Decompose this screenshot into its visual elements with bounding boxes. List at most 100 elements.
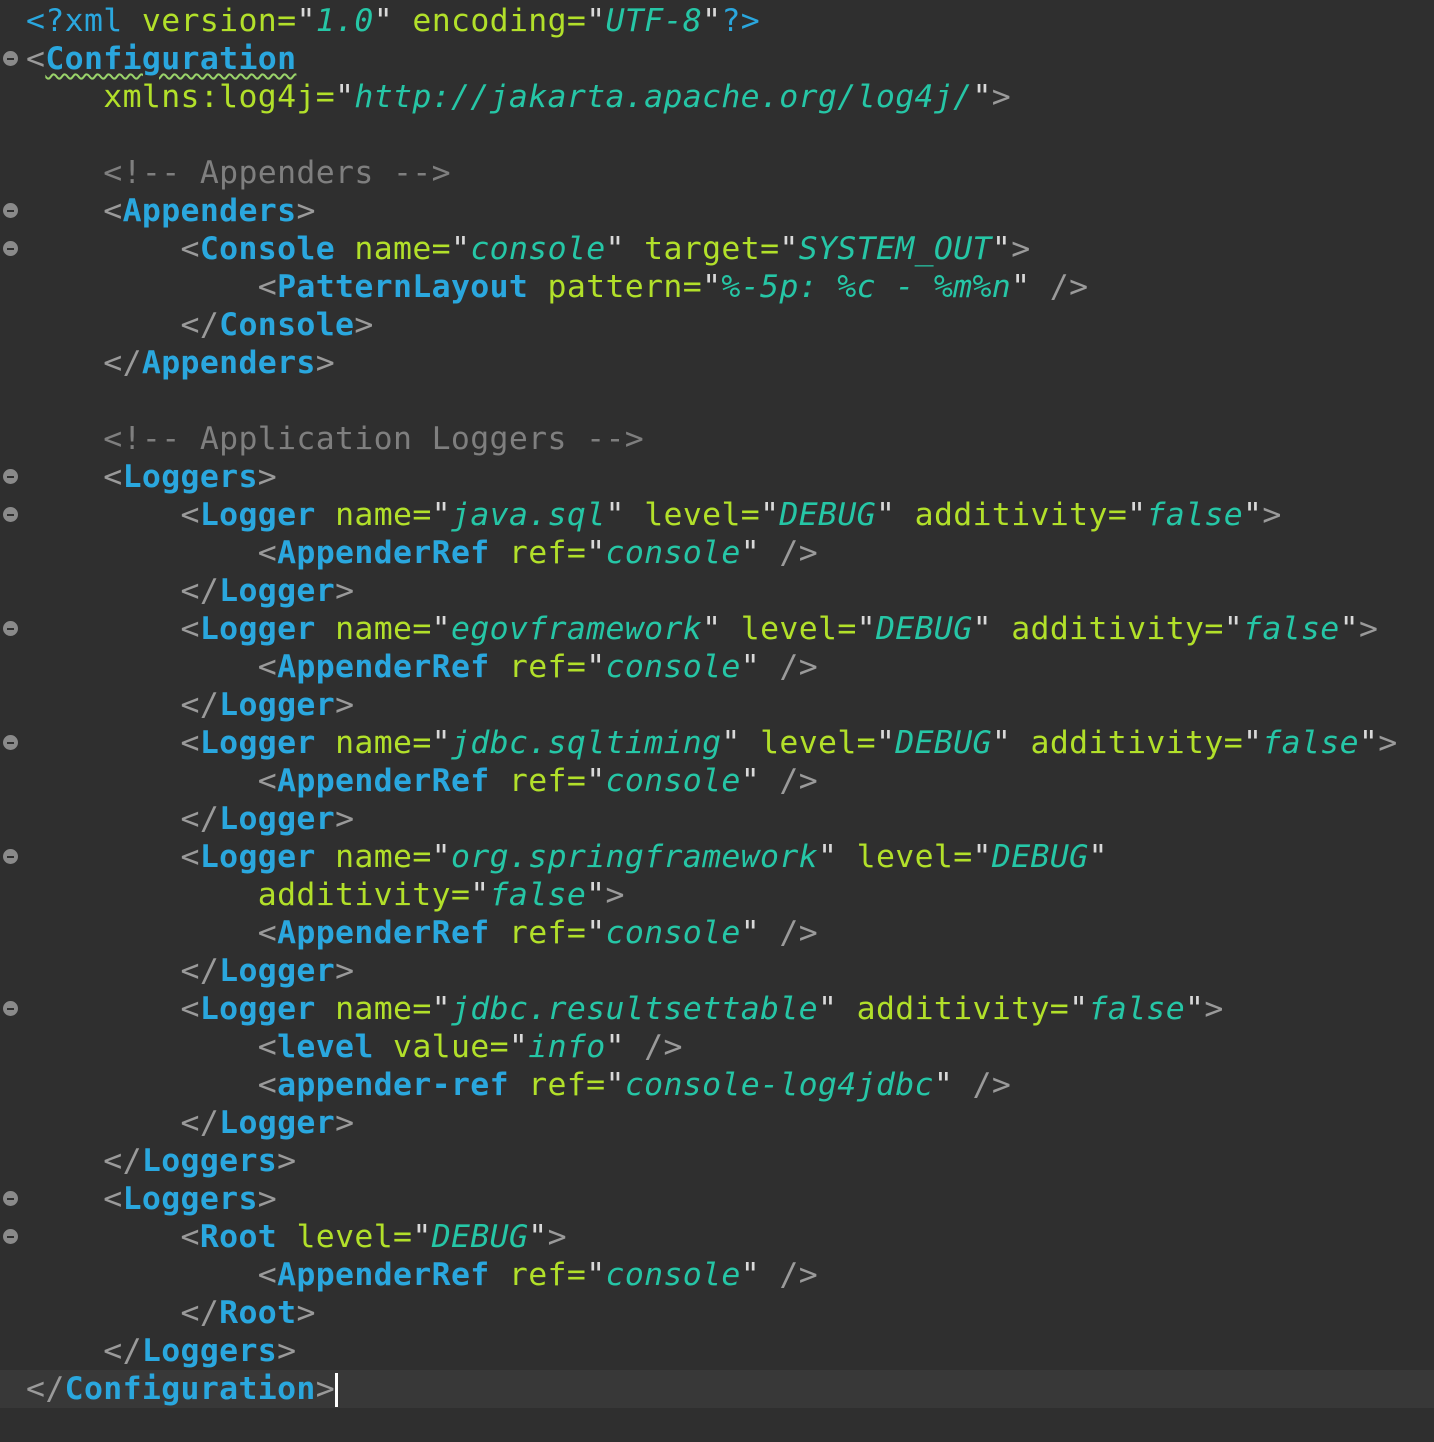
xml-attribute: name — [335, 611, 413, 647]
xml-attribute: level — [740, 611, 838, 647]
code-line[interactable]: <Loggers> — [0, 1180, 1434, 1218]
xml-punctuation: > — [1378, 725, 1398, 761]
code-line[interactable]: xmlns:log4j="http://jakarta.apache.org/l… — [0, 78, 1434, 116]
code-line[interactable]: </Root> — [0, 1294, 1434, 1332]
code-line[interactable] — [0, 382, 1434, 420]
xml-attribute-value: console — [605, 1257, 741, 1293]
fold-collapse-icon[interactable] — [3, 507, 18, 522]
code-line[interactable]: </Loggers> — [0, 1332, 1434, 1370]
xml-attribute: ref — [528, 1067, 587, 1103]
code-line[interactable]: <?xml version="1.0" encoding="UTF-8"?> — [0, 2, 1434, 40]
code-line[interactable]: <Logger name="org.springframework" level… — [0, 838, 1434, 876]
xml-punctuation: > — [354, 307, 374, 343]
xml-attribute-value: console — [605, 649, 741, 685]
code-line-text: <Logger name="java.sql" level="DEBUG" ad… — [26, 496, 1282, 534]
code-line[interactable]: <Logger name="java.sql" level="DEBUG" ad… — [0, 496, 1434, 534]
code-line[interactable]: <Configuration — [0, 40, 1434, 78]
code-line[interactable]: <Appenders> — [0, 192, 1434, 230]
code-line[interactable]: <AppenderRef ref="console" /> — [0, 1256, 1434, 1294]
xml-punctuation: </ — [180, 687, 220, 723]
xml-attribute: = — [450, 877, 471, 913]
xml-comment: <!-- Appenders --> — [103, 155, 451, 191]
code-line[interactable] — [0, 116, 1434, 154]
code-line[interactable]: <Root level="DEBUG"> — [0, 1218, 1434, 1256]
code-line[interactable]: <!-- Appenders --> — [0, 154, 1434, 192]
code-line[interactable]: <Logger name="egovframework" level="DEBU… — [0, 610, 1434, 648]
fold-collapse-icon[interactable] — [3, 241, 18, 256]
code-line[interactable]: <AppenderRef ref="console" /> — [0, 534, 1434, 572]
code-line[interactable]: <Console name="console" target="SYSTEM_O… — [0, 230, 1434, 268]
xml-attribute: additivity — [1011, 611, 1205, 647]
xml-punctuation: < — [180, 231, 200, 267]
code-line[interactable]: <level value="info" /> — [0, 1028, 1434, 1066]
xml-quote: " — [702, 269, 722, 305]
code-line-text: </Loggers> — [26, 1142, 296, 1180]
xml-quote: " — [740, 1257, 761, 1293]
fold-collapse-icon[interactable] — [3, 849, 18, 864]
xml-quote: " — [470, 877, 490, 913]
fold-collapse-icon[interactable] — [3, 203, 18, 218]
code-line[interactable]: </Logger> — [0, 572, 1434, 610]
code-line-text: <AppenderRef ref="console" /> — [26, 534, 818, 572]
xml-punctuation: < — [257, 269, 278, 305]
code-line[interactable]: <Logger name="jdbc.sqltiming" level="DEB… — [0, 724, 1434, 762]
xml-attribute: level — [644, 497, 741, 533]
code-line-text: </Logger> — [26, 1104, 355, 1142]
xml-punctuation: > — [277, 1143, 297, 1179]
code-line[interactable]: </Configuration> — [0, 1370, 1434, 1408]
code-line[interactable]: <!-- Application Loggers --> — [0, 420, 1434, 458]
xml-quote: " — [373, 3, 394, 39]
fold-collapse-icon[interactable] — [3, 51, 18, 66]
xml-punctuation: </ — [180, 573, 220, 609]
code-line[interactable]: <AppenderRef ref="console" /> — [0, 762, 1434, 800]
code-line[interactable]: <PatternLayout pattern="%-5p: %c - %m%n"… — [0, 268, 1434, 306]
xml-punctuation: < — [180, 991, 200, 1027]
code-line[interactable]: </Logger> — [0, 952, 1434, 990]
xml-tag-name: Logger — [219, 573, 336, 609]
code-line[interactable]: </Console> — [0, 306, 1434, 344]
xml-quote: " — [335, 79, 355, 115]
code-line[interactable]: </Loggers> — [0, 1142, 1434, 1180]
code-line[interactable]: <appender-ref ref="console-log4jdbc" /> — [0, 1066, 1434, 1104]
fold-collapse-icon[interactable] — [3, 1229, 18, 1244]
code-editor[interactable]: <?xml version="1.0" encoding="UTF-8"?> <C… — [0, 0, 1434, 1442]
fold-collapse-icon[interactable] — [3, 1191, 18, 1206]
code-line-text: </Loggers> — [26, 1332, 296, 1370]
xml-attribute-value: org.springframework — [451, 839, 818, 875]
xml-attribute-value: console-log4jdbc — [624, 1067, 934, 1103]
xml-declaration: <?xml — [26, 3, 123, 39]
code-line[interactable]: <Logger name="jdbc.resultsettable" addit… — [0, 990, 1434, 1028]
fold-collapse-icon[interactable] — [3, 469, 18, 484]
code-line[interactable]: </Appenders> — [0, 344, 1434, 382]
xml-tag-name: Logger — [219, 687, 336, 723]
xml-tag-name: Loggers — [122, 459, 258, 495]
xml-punctuation: > — [335, 573, 355, 609]
code-line[interactable]: <AppenderRef ref="console" /> — [0, 648, 1434, 686]
code-line[interactable]: </Logger> — [0, 800, 1434, 838]
fold-collapse-icon[interactable] — [3, 735, 18, 750]
code-line[interactable]: </Logger> — [0, 1104, 1434, 1142]
code-line[interactable]: <AppenderRef ref="console" /> — [0, 914, 1434, 952]
fold-collapse-icon[interactable] — [3, 621, 18, 636]
fold-collapse-icon[interactable] — [3, 1001, 18, 1016]
code-line[interactable]: </Logger> — [0, 686, 1434, 724]
code-line[interactable]: <Loggers> — [0, 458, 1434, 496]
xml-quote: " — [1339, 611, 1359, 647]
code-line[interactable]: additivity="false"> — [0, 876, 1434, 914]
code-line-text: <!-- Appenders --> — [26, 154, 451, 192]
xml-attribute: level — [296, 1219, 394, 1255]
xml-attribute: ref — [508, 915, 567, 951]
xml-attribute-value: %-5p: %c - %m%n — [721, 269, 1012, 305]
xml-attribute-value: DEBUG — [895, 725, 992, 761]
